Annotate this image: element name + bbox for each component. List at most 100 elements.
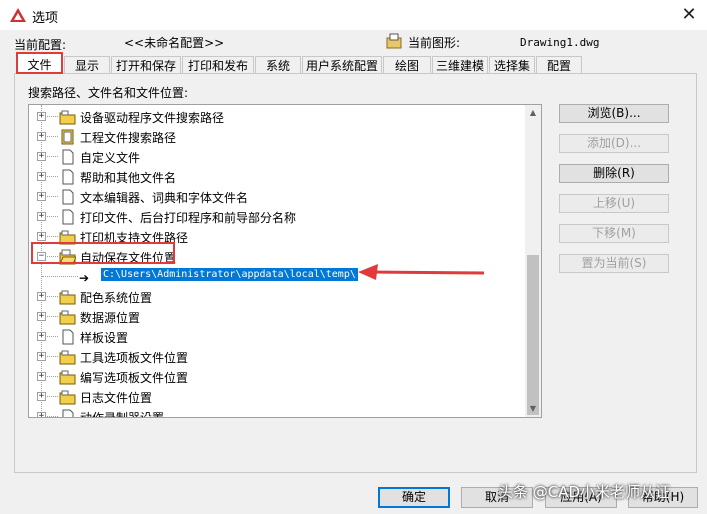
tab-system[interactable]: 系统	[255, 56, 301, 74]
window-title: 选项	[32, 11, 59, 26]
tab-drafting[interactable]: 绘图	[383, 56, 431, 74]
tree-node-label: 工具选项板文件位置	[80, 351, 189, 365]
tree-node-label: 配色系统位置	[80, 291, 153, 305]
tree-node[interactable]: + 工程文件搜索路径	[29, 127, 527, 147]
tree-connector	[47, 236, 58, 237]
expand-icon[interactable]: +	[37, 292, 46, 301]
tree-connector	[47, 116, 58, 117]
drawing-file-icon	[386, 33, 402, 49]
tree-node[interactable]: + 动作录制器设置	[29, 407, 527, 418]
tab-files[interactable]: 文件	[16, 52, 63, 74]
tree-node-label: 日志文件位置	[80, 391, 153, 405]
tree-node[interactable]: + 自定义文件	[29, 147, 527, 167]
tree-node[interactable]: + 工具选项板文件位置	[29, 347, 527, 367]
tree-connector	[47, 416, 58, 417]
current-drawing-value: Drawing1.dwg	[520, 36, 600, 49]
move-down-button[interactable]: 下移(M)	[559, 224, 669, 243]
annotation-arrow-icon	[358, 264, 485, 280]
tree-node-label: 文本编辑器、词典和字体文件名	[80, 191, 249, 205]
remove-button[interactable]: 删除(R)	[559, 164, 669, 183]
expand-icon[interactable]: +	[37, 212, 46, 221]
tree-node-label: 帮助和其他文件名	[80, 171, 177, 185]
tab-plot-publish[interactable]: 打印和发布	[182, 56, 254, 74]
folder-icon	[59, 289, 76, 305]
tree-connector	[42, 276, 78, 277]
current-drawing-label: 当前图形:	[408, 36, 461, 50]
folder-icon	[59, 369, 76, 385]
tree-node-label: 设备驱动程序文件搜索路径	[80, 111, 225, 125]
file-icon	[59, 329, 76, 345]
tree-node[interactable]: + 文本编辑器、词典和字体文件名	[29, 187, 527, 207]
set-current-button[interactable]: 置为当前(S)	[559, 254, 669, 273]
tree-node[interactable]: + 编写选项板文件位置	[29, 367, 527, 387]
tab-display[interactable]: 显示	[64, 56, 110, 74]
tree-connector	[47, 196, 58, 197]
tree-connector	[47, 156, 58, 157]
tree-node[interactable]: + 配色系统位置	[29, 287, 527, 307]
scroll-down-arrow-icon[interactable]: ▼	[525, 401, 541, 417]
tab-user-preferences[interactable]: 用户系统配置	[302, 56, 382, 74]
file-icon	[59, 189, 76, 205]
tree-connector	[47, 336, 58, 337]
browse-button[interactable]: 浏览(B)...	[559, 104, 669, 123]
tree-connector	[47, 136, 58, 137]
folder-icon	[59, 349, 76, 365]
add-button[interactable]: 添加(D)...	[559, 134, 669, 153]
expand-icon[interactable]: +	[37, 152, 46, 161]
expand-icon[interactable]: +	[37, 392, 46, 401]
tree-connector	[47, 296, 58, 297]
file-icon	[59, 149, 76, 165]
ok-button[interactable]: 确定	[378, 487, 450, 508]
project-icon	[59, 129, 76, 145]
autocad-logo-icon	[10, 8, 26, 22]
tree-connector	[47, 216, 58, 217]
current-profile-value: <<未命名配置>>	[124, 36, 225, 50]
watermark-text: 头条 @CAD小米老师从证	[498, 483, 671, 501]
tree-node-label: 动作录制器设置	[80, 411, 165, 418]
expand-icon[interactable]: +	[37, 112, 46, 121]
tree-node-label: 样板设置	[80, 331, 129, 345]
tree-node[interactable]: + 数据源位置	[29, 307, 527, 327]
close-button[interactable]: ✕	[675, 2, 703, 28]
tree-node-label: 数据源位置	[80, 311, 141, 325]
tab-selection[interactable]: 选择集	[489, 56, 535, 74]
expand-icon[interactable]: +	[37, 372, 46, 381]
file-icon	[59, 169, 76, 185]
path-arrow-icon: ➔	[79, 271, 90, 285]
current-profile-label: 当前配置:	[14, 38, 67, 52]
tree-node[interactable]: + 设备驱动程序文件搜索路径	[29, 107, 527, 127]
autosave-path-value[interactable]: C:\Users\Administrator\appdata\local\tem…	[101, 268, 358, 281]
expand-icon[interactable]: +	[37, 312, 46, 321]
tree-node-label: 自定义文件	[80, 151, 141, 165]
expand-icon[interactable]: +	[37, 232, 46, 241]
expand-icon[interactable]: +	[37, 132, 46, 141]
tree-connector	[47, 176, 58, 177]
folder-icon	[59, 389, 76, 405]
tree-connector	[47, 376, 58, 377]
scroll-up-arrow-icon[interactable]: ▲	[525, 105, 541, 121]
tree-node[interactable]: + 样板设置	[29, 327, 527, 347]
tab-open-save[interactable]: 打开和保存	[111, 56, 181, 74]
search-paths-label: 搜索路径、文件名和文件位置:	[28, 86, 189, 100]
tree-node-label: 工程文件搜索路径	[80, 131, 177, 145]
tree-connector	[47, 396, 58, 397]
move-up-button[interactable]: 上移(U)	[559, 194, 669, 213]
tree-node-label: 打印文件、后台打印程序和前导部分名称	[80, 211, 297, 225]
tree-node[interactable]: + 日志文件位置	[29, 387, 527, 407]
tab-profiles[interactable]: 配置	[536, 56, 582, 74]
expand-icon[interactable]: +	[37, 352, 46, 361]
tree-vertical-scrollbar[interactable]: ▲ ▼	[525, 105, 541, 417]
title-bar	[0, 0, 707, 30]
expand-icon[interactable]: +	[37, 172, 46, 181]
tree-node[interactable]: + 打印文件、后台打印程序和前导部分名称	[29, 207, 527, 227]
file-icon	[59, 409, 76, 417]
expand-icon[interactable]: +	[37, 192, 46, 201]
tree-node-label: 编写选项板文件位置	[80, 371, 189, 385]
folder-icon	[59, 309, 76, 325]
tree-node[interactable]: + 帮助和其他文件名	[29, 167, 527, 187]
scroll-thumb[interactable]	[527, 255, 539, 415]
tab-3d-modeling[interactable]: 三维建模	[432, 56, 488, 74]
expand-icon[interactable]: +	[37, 332, 46, 341]
folder-icon	[59, 109, 76, 125]
expand-icon[interactable]: +	[37, 412, 46, 417]
